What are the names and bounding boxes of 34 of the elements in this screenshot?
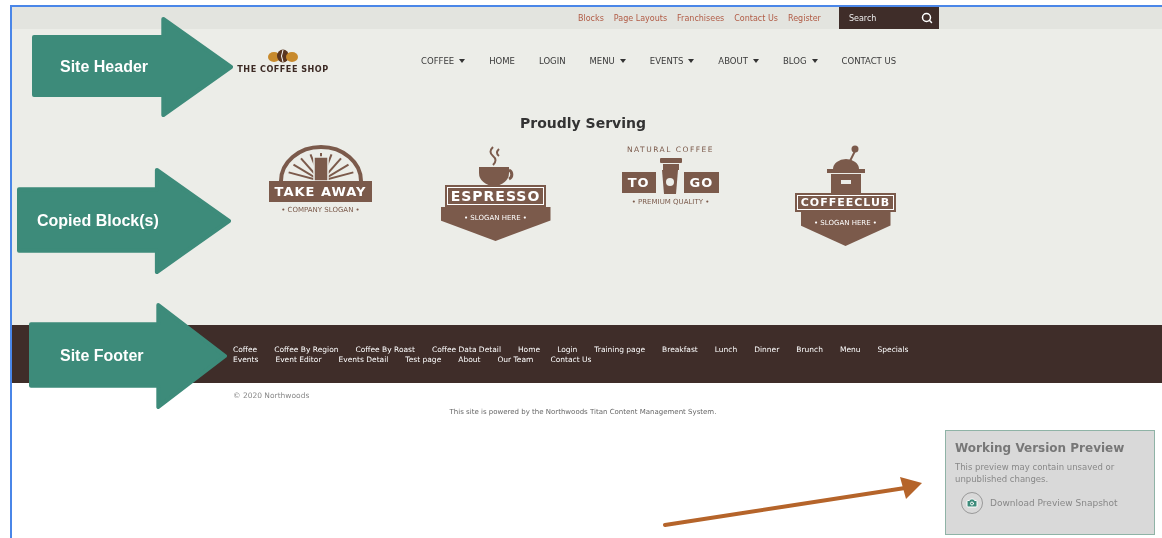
utility-link[interactable]: Page Layouts xyxy=(613,13,668,23)
utility-link[interactable]: Franchisees xyxy=(677,13,725,23)
search-icon[interactable] xyxy=(920,12,933,24)
callout-label: Site Header xyxy=(60,58,149,76)
cup-lid-icon xyxy=(657,156,684,170)
nav-item[interactable]: HOME xyxy=(489,56,515,66)
nav-item[interactable]: ABOUT xyxy=(718,56,759,66)
callout-label: Site Footer xyxy=(60,347,144,365)
section-title: Proudly Serving xyxy=(519,115,647,131)
cup-icon xyxy=(659,170,680,194)
caret-icon xyxy=(459,59,466,63)
nav-item[interactable]: BLOG xyxy=(782,56,818,66)
callout-label: Copied Block(s) xyxy=(37,212,159,230)
nav-item[interactable]: CONTACT US xyxy=(841,56,897,66)
caret-icon xyxy=(752,59,759,63)
utility-link[interactable]: Register xyxy=(787,13,821,23)
utility-link[interactable]: Contact Us xyxy=(734,13,778,23)
search-field[interactable]: Search xyxy=(848,13,909,23)
utility-link[interactable]: Blocks xyxy=(578,13,604,23)
panel-title: Working Version Preview xyxy=(955,441,1126,455)
caret-icon xyxy=(811,59,818,63)
nav-item[interactable]: COFFEE xyxy=(421,56,466,66)
brand-logo[interactable]: THE COFFEE SHOP xyxy=(233,48,333,74)
logo-title: GO xyxy=(683,171,720,193)
nav-item[interactable]: EVENTS xyxy=(649,56,695,66)
logo-title: COFFEECLUB xyxy=(794,193,897,212)
panel-text: This preview may contain unsaved or unpublished changes. xyxy=(955,462,1116,486)
coffee-beans-icon xyxy=(266,48,300,63)
brand-name: THE COFFEE SHOP xyxy=(237,63,329,74)
caret-icon xyxy=(619,59,626,63)
caret-icon xyxy=(688,59,695,63)
logo-title: TO xyxy=(621,171,656,193)
nav-item[interactable]: MENU xyxy=(589,56,626,66)
nav-item[interactable]: LOGIN xyxy=(538,56,566,66)
